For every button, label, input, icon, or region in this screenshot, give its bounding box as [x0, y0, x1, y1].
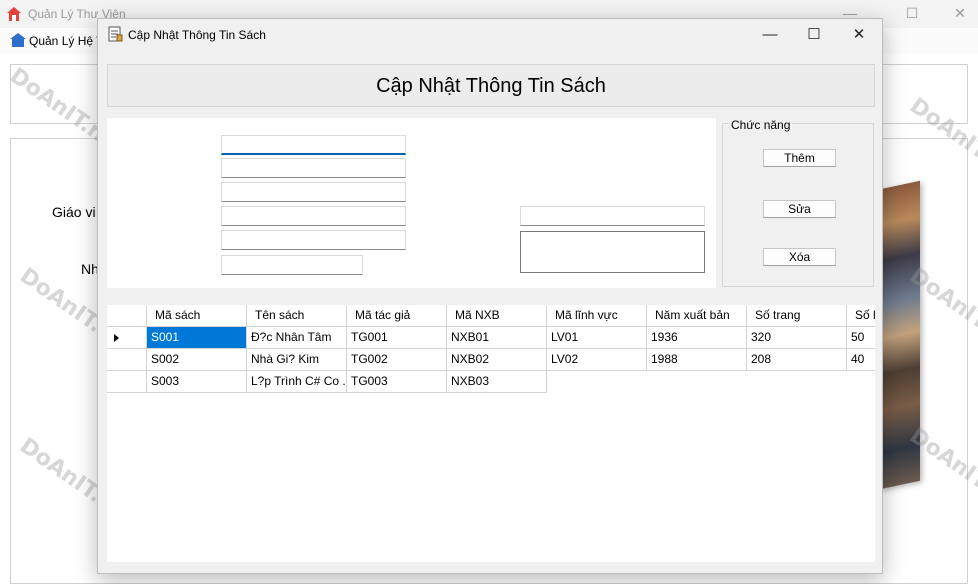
books-image [880, 180, 920, 490]
table-cell[interactable]: 1936 [647, 327, 747, 349]
add-button[interactable]: Thêm [763, 149, 836, 167]
menu-item-system[interactable]: Quản Lý Hệ T [29, 34, 103, 48]
actions-group-title: Chức năng [729, 118, 793, 132]
table-cell[interactable]: 208 [747, 349, 847, 371]
teacher-label: Giáo vi [52, 204, 96, 220]
publish-year-field[interactable] [221, 255, 363, 275]
table-cell[interactable]: L?p Trình C# Co ... [247, 371, 347, 393]
main-maximize-button[interactable]: ☐ [902, 4, 922, 22]
row-header[interactable] [107, 371, 147, 393]
table-cell[interactable]: 320 [747, 327, 847, 349]
table-cell[interactable]: TG003 [347, 371, 447, 393]
table-cell[interactable]: LV02 [547, 349, 647, 371]
update-book-dialog: Cập Nhật Thông Tin Sách — ☐ ✕ Cập Nhật T… [97, 18, 883, 574]
dialog-minimize-button[interactable]: — [755, 25, 785, 45]
description-field[interactable] [520, 231, 705, 273]
home-menu-icon [10, 33, 26, 47]
book-title-field[interactable] [221, 158, 406, 178]
dialog-titlebar: Cập Nhật Thông Tin Sách — ☐ ✕ [98, 19, 882, 51]
publisher-id-field[interactable] [221, 206, 406, 226]
form-icon [108, 26, 123, 42]
books-grid[interactable]: Mã sách Tên sách Mã tác giả Mã NXB Mã lĩ… [107, 305, 875, 562]
table-cell[interactable]: 1988 [647, 349, 747, 371]
table-cell[interactable]: S002 [147, 349, 247, 371]
grid-corner-header[interactable] [107, 305, 147, 327]
category-id-field[interactable] [221, 230, 406, 250]
column-header-page-count[interactable]: Số trang [747, 305, 847, 327]
table-cell[interactable]: TG001 [347, 327, 447, 349]
table-cell[interactable]: S001 [147, 327, 247, 349]
table-cell[interactable]: NXB01 [447, 327, 547, 349]
table-cell[interactable]: NXB02 [447, 349, 547, 371]
table-cell[interactable]: NXB03 [447, 371, 547, 393]
column-header-category-id[interactable]: Mã lĩnh vực [547, 305, 647, 327]
dialog-maximize-button[interactable]: ☐ [799, 25, 829, 45]
table-cell[interactable]: 50 [847, 327, 875, 349]
header-panel: Cập Nhật Thông Tin Sách [107, 64, 875, 107]
grid-header-row: Mã sách Tên sách Mã tác giả Mã NXB Mã lĩ… [107, 305, 875, 327]
table-cell[interactable]: Nhà Gi? Kim [247, 349, 347, 371]
dialog-close-button[interactable]: ✕ [844, 25, 874, 45]
column-header-author-id[interactable]: Mã tác giả [347, 305, 447, 327]
row-header[interactable] [107, 327, 147, 349]
page-count-field[interactable] [520, 206, 705, 226]
table-cell[interactable]: LV01 [547, 327, 647, 349]
column-header-book-id[interactable]: Mã sách [147, 305, 247, 327]
book-id-field[interactable] [221, 135, 406, 155]
author-id-field[interactable] [221, 182, 406, 202]
table-cell[interactable]: 40 [847, 349, 875, 371]
row-header[interactable] [107, 349, 147, 371]
page-title: Cập Nhật Thông Tin Sách [376, 75, 606, 97]
current-row-arrow-icon [114, 334, 119, 342]
table-cell[interactable]: S003 [147, 371, 247, 393]
edit-button[interactable]: Sửa [763, 200, 836, 218]
main-close-button[interactable]: ✕ [950, 4, 970, 22]
actions-group: Chức năng Thêm Sửa Xóa [722, 118, 874, 287]
dialog-title: Cập Nhật Thông Tin Sách [128, 28, 266, 42]
table-cell[interactable]: TG002 [347, 349, 447, 371]
input-panel [107, 118, 716, 288]
table-row[interactable]: S003 L?p Trình C# Co ... TG003 NXB03 [107, 371, 547, 393]
home-icon [7, 7, 21, 21]
column-header-publisher-id[interactable]: Mã NXB [447, 305, 547, 327]
delete-button[interactable]: Xóa [763, 248, 836, 266]
column-header-quantity[interactable]: Số l [847, 305, 875, 327]
table-cell[interactable]: Đ?c Nhân Tâm [247, 327, 347, 349]
table-row[interactable]: S002 Nhà Gi? Kim TG002 NXB02 LV02 1988 2… [107, 349, 875, 371]
column-header-publish-year[interactable]: Năm xuất bản [647, 305, 747, 327]
table-row[interactable]: S001 Đ?c Nhân Tâm TG001 NXB01 LV01 1936 … [107, 327, 875, 349]
column-header-book-title[interactable]: Tên sách [247, 305, 347, 327]
